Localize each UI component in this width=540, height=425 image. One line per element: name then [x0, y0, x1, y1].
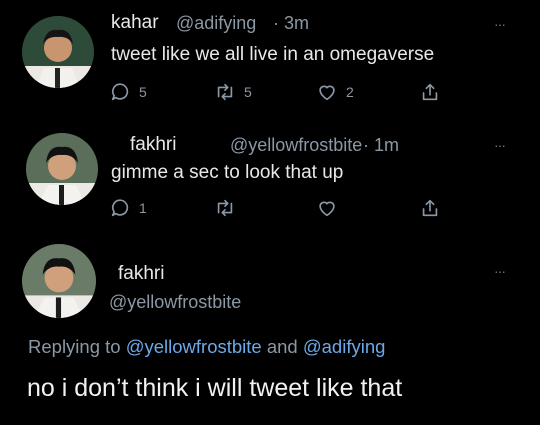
more-options-icon[interactable]: ··· [494, 16, 506, 32]
reply-count: 5 [139, 84, 147, 100]
display-name[interactable]: kahar [111, 12, 159, 34]
more-options-icon[interactable]: ··· [494, 137, 506, 153]
like-count: 2 [346, 84, 354, 100]
reply-icon [111, 83, 129, 101]
heart-icon [319, 201, 335, 217]
replying-to: Replying to @yellowfrostbite and @adifyi… [28, 336, 385, 358]
retweet-count: 5 [244, 84, 252, 100]
avatar[interactable] [22, 16, 94, 88]
username[interactable]: @adifying [176, 13, 256, 34]
reply-button[interactable]: 1 [109, 197, 147, 219]
tweet-text: tweet like we all live in an omegaverse [111, 44, 435, 65]
reply-icon [111, 199, 129, 217]
share-icon [422, 199, 438, 217]
tweet-text: gimme a sec to look that up [111, 162, 344, 183]
timestamp[interactable]: · 3m [273, 13, 309, 34]
display-name[interactable]: fakhri [130, 134, 176, 156]
username[interactable]: @yellowfrostbite [230, 135, 362, 156]
reply-count: 1 [139, 200, 147, 216]
share-icon [422, 83, 438, 101]
avatar[interactable] [26, 133, 98, 205]
retweet-button[interactable] [214, 197, 236, 219]
replying-and: and [266, 336, 298, 357]
username[interactable]: @yellowfrostbite [109, 292, 241, 313]
retweet-button[interactable]: 5 [214, 81, 252, 103]
heart-icon [319, 85, 335, 101]
retweet-icon [217, 199, 233, 217]
reply-button[interactable]: 5 [109, 81, 147, 103]
avatar[interactable] [22, 244, 96, 318]
tweet-text: no i don’t think i will tweet like that [27, 374, 403, 402]
timestamp[interactable]: · 1m [363, 135, 399, 156]
share-button[interactable] [419, 81, 441, 103]
retweet-icon [217, 83, 233, 101]
replying-prefix: Replying to [28, 336, 121, 357]
mention-link[interactable]: @yellowfrostbite [126, 336, 262, 357]
like-button[interactable] [316, 197, 338, 219]
share-button[interactable] [419, 197, 441, 219]
like-button[interactable]: 2 [316, 81, 354, 103]
display-name[interactable]: fakhri [118, 263, 164, 285]
mention-link[interactable]: @adifying [303, 336, 386, 357]
more-options-icon[interactable]: ··· [494, 263, 506, 279]
